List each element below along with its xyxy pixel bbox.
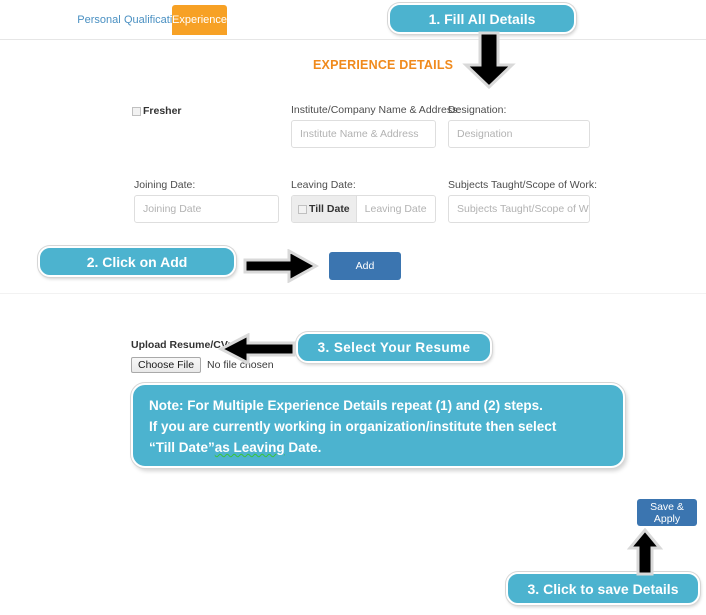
note-box: Note: For Multiple Experience Details re… [131,383,625,468]
subjects-input[interactable]: Subjects Taught/Scope of Work [448,195,590,223]
note-line-3: “Till Date”as Leaving Date. [149,437,609,458]
subjects-label: Subjects Taught/Scope of Work: [448,179,598,191]
note-line-1: Note: For Multiple Experience Details re… [149,398,543,413]
add-button[interactable]: Add [329,252,401,280]
note-line-2: If you are currently working in organiza… [149,419,557,434]
down-arrow-icon-step1 [462,31,516,89]
note-line-3-underlined: as Leaving [214,440,285,455]
tab-bottom-divider [0,39,706,40]
tab-experience-label: Experience [172,14,228,26]
leaving-date-group: Till Date Leaving Date [291,195,436,223]
tab-experience[interactable]: Experience [172,5,227,35]
choose-file-button[interactable]: Choose File [131,357,202,373]
designation-input[interactable]: Designation [448,120,590,148]
leaving-date-label: Leaving Date: [291,179,356,191]
joining-date-input[interactable]: Joining Date [134,195,279,223]
leaving-date-input[interactable]: Leaving Date [357,196,435,222]
tab-bar: Personal Qualification Experience [0,0,706,39]
note-line-3-tail: Date. [284,440,322,455]
callout-step-3-save: 3. Click to save Details [506,572,700,605]
callout-step-1: 1. Fill All Details [388,3,576,34]
section-divider [0,293,706,294]
institute-label: Institute/Company Name & Address: [291,104,461,116]
fresher-checkbox-row[interactable]: Fresher [132,105,182,117]
note-line-3-quoted: “Till Date” [149,440,215,455]
institute-input[interactable]: Institute Name & Address [291,120,436,148]
callout-step-3-resume-label: 3. Select Your Resume [317,340,471,355]
joining-date-label: Joining Date: [134,179,196,191]
left-arrow-icon-step3 [218,333,296,365]
till-date-checkbox[interactable] [298,204,307,214]
till-date-addon[interactable]: Till Date [292,196,357,222]
right-arrow-icon-step2 [243,249,319,283]
callout-step-1-label: 1. Fill All Details [428,10,536,27]
tab-personal-label: Personal [77,14,121,26]
till-date-label: Till Date [309,203,350,215]
callout-step-3-save-label: 3. Click to save Details [527,580,679,597]
save-and-apply-button[interactable]: Save & Apply [637,499,697,526]
tab-personal[interactable]: Personal [76,5,122,35]
fresher-label: Fresher [143,105,182,117]
designation-label: Designation: [448,104,507,116]
callout-step-2: 2. Click on Add [38,246,236,277]
fresher-checkbox[interactable] [132,106,141,116]
upload-resume-label: Upload Resume/CV: [131,339,231,351]
experience-form-page: Personal Qualification Experience EXPERI… [0,0,706,615]
up-arrow-icon-save [627,528,663,576]
section-title: EXPERIENCE DETAILS [313,58,454,72]
callout-step-2-label: 2. Click on Add [86,253,188,270]
callout-step-3-resume: 3. Select Your Resume [296,332,492,363]
